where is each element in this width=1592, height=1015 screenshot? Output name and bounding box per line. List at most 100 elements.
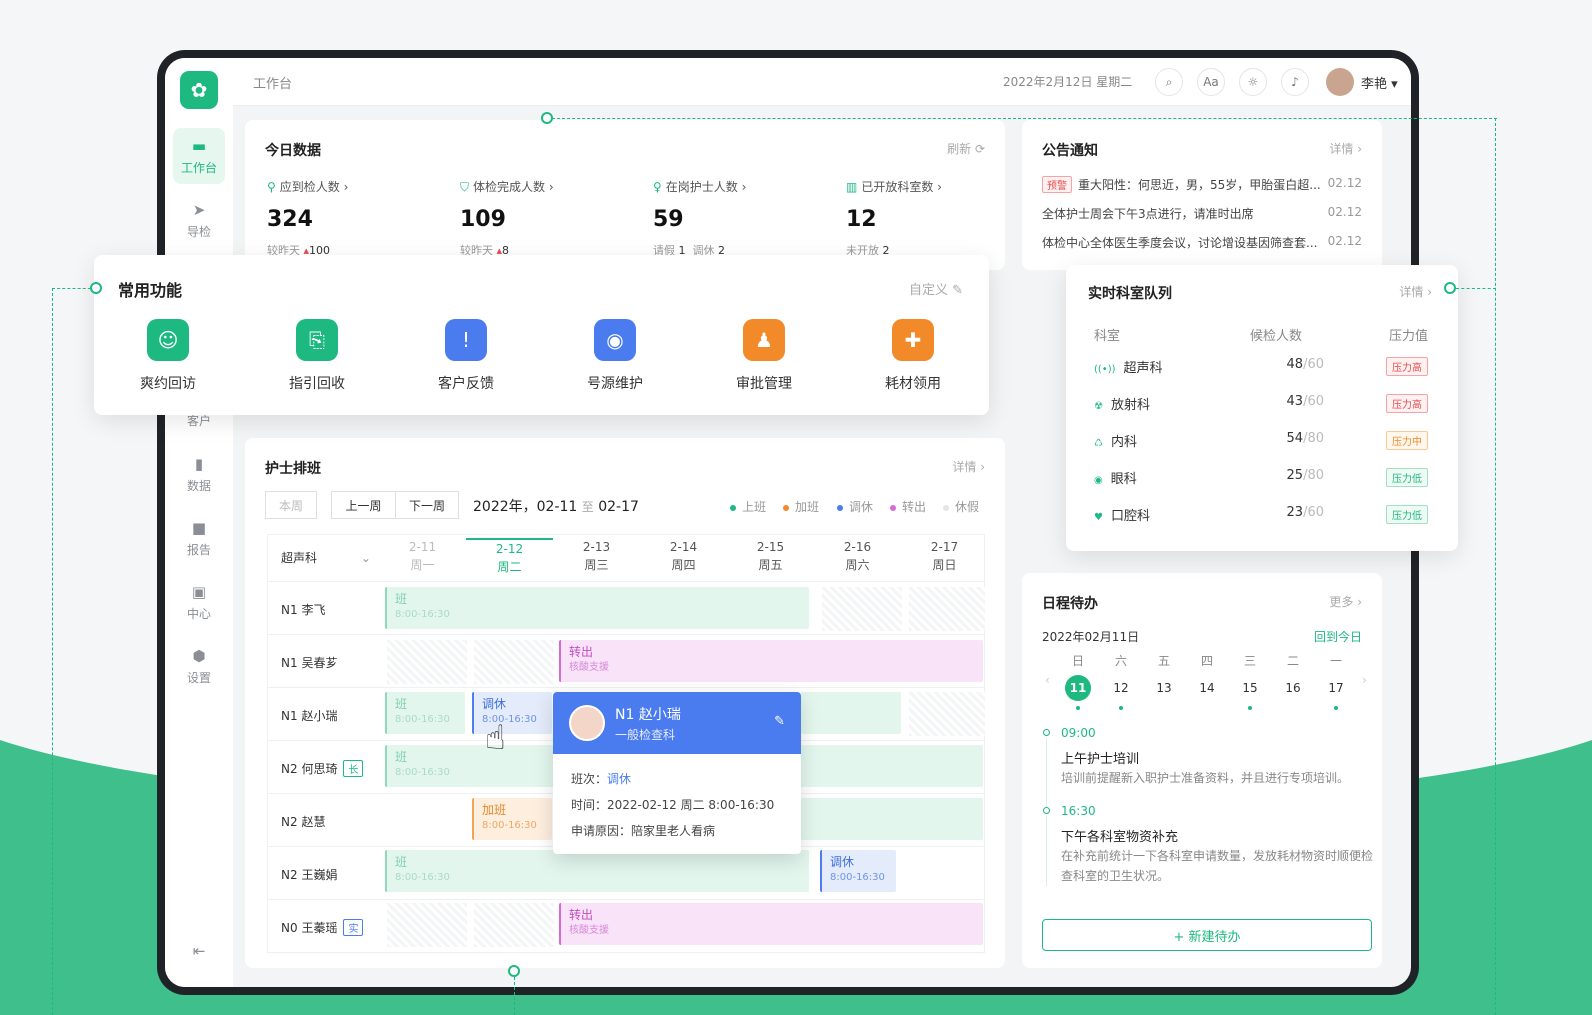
search-icon[interactable]: ⌕ — [1155, 68, 1183, 96]
back-today-link[interactable]: 回到今日 — [1314, 628, 1362, 645]
day-header[interactable]: 2-16 周六 — [814, 538, 901, 578]
avatar[interactable] — [1326, 68, 1354, 96]
collapse-button[interactable]: ⇤ — [173, 938, 225, 968]
nav-guide[interactable]: ➤ 导检 — [173, 192, 225, 248]
nav-data[interactable]: ▮ 数据 — [173, 446, 225, 502]
customize-button[interactable]: 自定义 ✎ — [909, 279, 963, 298]
function-item[interactable]: ⎘ 指引回收 — [272, 319, 362, 393]
nav-workbench[interactable]: ▬ 工作台 — [173, 128, 225, 184]
shift-transfer[interactable]: 转出 核酸支援 — [559, 640, 983, 682]
functions-title: 常用功能 — [118, 281, 183, 300]
calendar-day[interactable]: 13 — [1151, 675, 1177, 701]
calendar-day[interactable]: 12 — [1108, 675, 1134, 701]
bell-icon[interactable]: ♪ — [1281, 68, 1309, 96]
radiation-icon: ☢ — [1094, 401, 1103, 412]
this-week-button[interactable]: 本周 — [265, 491, 317, 519]
todo-item-title[interactable]: 上午护士培训 — [1061, 748, 1139, 767]
shift-rest[interactable]: 调休 8:00-16:30 — [472, 692, 552, 734]
gear-icon: ⬢ — [192, 646, 206, 665]
next-week-button[interactable]: 下一周 — [395, 491, 459, 519]
shift-work[interactable] — [801, 692, 901, 734]
new-todo-button[interactable]: + 新建待办 — [1042, 919, 1372, 951]
shift-work[interactable] — [801, 798, 983, 840]
hand-cursor-icon: ☝ — [485, 718, 506, 758]
function-item[interactable]: ✚ 耗材领用 — [868, 319, 958, 393]
chevron-right-icon[interactable]: › — [1362, 673, 1367, 687]
edit-icon[interactable]: ✎ — [774, 714, 785, 729]
stat-completed[interactable]: ⛉ 体检完成人数 › 109 较昨天 ▴8 — [460, 178, 640, 258]
calendar-day[interactable]: 11 — [1065, 675, 1091, 701]
queue-row[interactable]: ☢ 放射科 43/60 压力高 — [1094, 394, 1428, 414]
day-header[interactable]: 2-13 周三 — [553, 538, 640, 578]
pressure-tag: 压力高 — [1386, 394, 1428, 413]
nurse-name[interactable]: N0 王蓁瑶实 — [281, 919, 364, 936]
notice-item[interactable]: 全体护士周会下午3点进行，请准时出席 02.12 — [1042, 205, 1362, 222]
nurse-name[interactable]: N1 赵小瑞 — [281, 707, 337, 724]
stat-depts[interactable]: ▥ 已开放科室数 › 12 未开放 2 — [846, 178, 1026, 258]
nurse-name[interactable]: N2 王巍娟 — [281, 866, 337, 883]
date-range: 2022年，02-11 至 02-17 — [473, 499, 639, 515]
todo-time: 16:30 — [1061, 804, 1096, 818]
prev-week-button[interactable]: 上一周 — [331, 491, 396, 519]
day-header[interactable]: 2-11 周一 — [379, 538, 466, 578]
calendar-day[interactable]: 16 — [1280, 675, 1306, 701]
day-header[interactable]: 2-17 周日 — [901, 538, 988, 578]
building-icon: ▣ — [191, 582, 207, 601]
calendar-day[interactable]: 14 — [1194, 675, 1220, 701]
dept-select[interactable]: 超声科 ⌄ — [281, 549, 371, 566]
nurse-name[interactable]: N2 赵慧 — [281, 813, 325, 830]
nav-center[interactable]: ▣ 中心 — [173, 574, 225, 630]
shift-transfer[interactable]: 转出 核酸支援 — [559, 903, 983, 945]
function-item[interactable]: ! 客户反馈 — [421, 319, 511, 393]
queue-row[interactable]: ◉ 眼科 25/80 压力低 — [1094, 468, 1428, 488]
todo-item-desc: 在补充前统计一下各科室申请数量，发放耗材物资时顺便检查科室的卫生状况。 — [1061, 849, 1374, 883]
nav-settings[interactable]: ⬢ 设置 — [173, 638, 225, 694]
function-item[interactable]: ◉ 号源维护 — [570, 319, 660, 393]
nurse-name[interactable]: N2 何思琦长 — [281, 760, 364, 777]
function-item[interactable]: ♟ 审批管理 — [719, 319, 809, 393]
stat-nurses[interactable]: ♀ 在岗护士人数 › 59 请假 1 调休 2 — [653, 178, 833, 258]
queue-detail-link[interactable]: 详情 › — [1399, 283, 1432, 300]
user-menu[interactable]: 李艳 ▾ — [1361, 73, 1398, 92]
connector-node — [1444, 282, 1456, 294]
shift-work[interactable]: 班 8:00-16:30 — [385, 850, 809, 892]
day-header[interactable]: 2-12 周二 — [466, 538, 553, 578]
font-size-icon[interactable]: Aa — [1197, 68, 1225, 96]
schedule-detail-link[interactable]: 详情 › — [952, 458, 985, 475]
day-header[interactable]: 2-15 周五 — [727, 538, 814, 578]
chevron-left-icon[interactable]: ‹ — [1045, 673, 1050, 687]
calendar-weekday: 日 — [1071, 654, 1084, 668]
refresh-button[interactable]: 刷新 ⟳ — [947, 140, 985, 157]
shift-rest[interactable]: 调休 8:00-16:30 — [820, 850, 896, 892]
queue-row[interactable]: ♥ 口腔科 23/60 压力低 — [1094, 505, 1428, 525]
theme-icon[interactable]: ☼ — [1239, 68, 1267, 96]
function-item[interactable]: ☺ 爽约回访 — [123, 319, 213, 393]
stat-expected[interactable]: ⚲ 应到检人数 › 324 较昨天 ▴100 — [267, 178, 447, 258]
notice-title: 公告通知 — [1042, 143, 1098, 159]
day-header[interactable]: 2-14 周四 — [640, 538, 727, 578]
notice-item[interactable]: 体检中心全体医生季度会议，讨论增设基因筛查套... 02.12 — [1042, 234, 1362, 251]
popup-time: 时间：2022-02-12 周二 8:00-16:30 — [571, 798, 775, 812]
globe-icon: ◉ — [594, 319, 636, 361]
nurse-name[interactable]: N1 李飞 — [281, 601, 325, 618]
ultrasound-icon: ((•)) — [1094, 364, 1116, 375]
nurse-name[interactable]: N1 吴春芗 — [281, 654, 337, 671]
connector-line — [52, 288, 53, 1015]
notice-item[interactable]: 预警 重大阳性：何思近，男，55岁，甲胎蛋白超... 02.12 — [1042, 176, 1362, 193]
calendar-day[interactable]: 15 — [1237, 675, 1263, 701]
schedule-title: 护士排班 — [265, 461, 321, 477]
calendar-day[interactable]: 17 — [1323, 675, 1349, 701]
nurse-icon: ♀ — [653, 180, 662, 194]
nav-report[interactable]: ■ 报告 — [173, 510, 225, 566]
shift-overtime[interactable]: 加班 8:00-16:30 — [472, 798, 552, 840]
todo-item-title[interactable]: 下午各科室物资补充 — [1061, 826, 1178, 845]
empty-cell — [822, 587, 902, 631]
shift-work[interactable]: 班 8:00-16:30 — [385, 692, 465, 734]
queue-row[interactable]: ((•)) 超声科 48/60 压力高 — [1094, 357, 1428, 377]
queue-row[interactable]: ♺ 内科 54/80 压力中 — [1094, 431, 1428, 451]
empty-cell — [474, 903, 554, 947]
shift-work[interactable]: 班 8:00-16:30 — [385, 587, 809, 629]
notice-detail-link[interactable]: 详情 › — [1329, 140, 1362, 157]
todo-more-link[interactable]: 更多 › — [1329, 593, 1362, 610]
lungs-icon: ♺ — [1094, 438, 1103, 449]
